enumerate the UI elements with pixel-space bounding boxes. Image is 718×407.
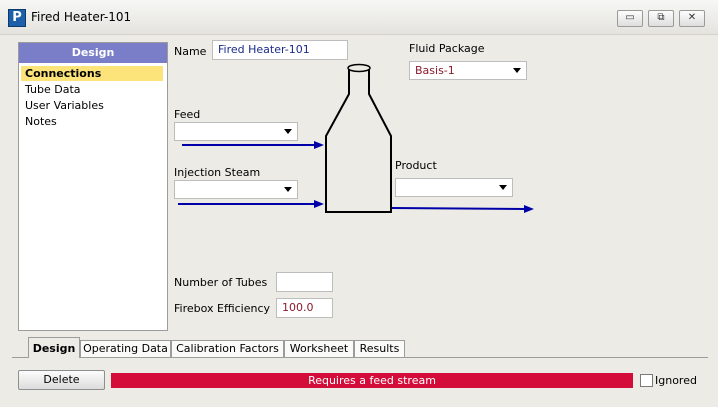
app-icon: P: [8, 9, 26, 27]
tab-design[interactable]: Design: [28, 337, 80, 358]
restore-button[interactable]: ⧉: [648, 10, 674, 27]
tab-operating-data[interactable]: Operating Data: [80, 340, 171, 357]
ignored-checkbox[interactable]: [640, 374, 653, 387]
firebox-eff-input[interactable]: 100.0: [276, 298, 333, 318]
tab-worksheet[interactable]: Worksheet: [284, 340, 354, 357]
restore-icon: ⧉: [657, 12, 665, 23]
name-input[interactable]: Fired Heater-101: [212, 40, 348, 60]
ignored-label: Ignored: [655, 374, 697, 387]
minimize-icon: ▭: [625, 12, 635, 23]
tab-divider: [12, 357, 708, 358]
feed-stream-arrow: [182, 141, 324, 149]
close-button[interactable]: ✕: [679, 10, 705, 27]
close-icon: ✕: [687, 12, 697, 23]
tab-results[interactable]: Results: [354, 340, 405, 357]
status-bar: Requires a feed stream: [111, 373, 633, 388]
nav-item-connections[interactable]: Connections: [21, 66, 163, 81]
num-tubes-input[interactable]: [276, 272, 333, 292]
nav-item-user-variables[interactable]: User Variables: [21, 98, 163, 113]
product-stream-arrow: [391, 205, 534, 213]
delete-button[interactable]: Delete: [18, 370, 105, 390]
nav-item-notes[interactable]: Notes: [21, 114, 163, 129]
num-tubes-label: Number of Tubes: [174, 276, 268, 289]
fluid-package-label: Fluid Package: [409, 42, 485, 55]
nav-header: Design: [19, 43, 167, 63]
heater-diagram: [178, 63, 534, 213]
tab-calibration-factors[interactable]: Calibration Factors: [171, 340, 284, 357]
firebox-eff-label: Firebox Efficiency: [174, 302, 270, 315]
name-label: Name: [174, 45, 207, 58]
fired-heater-icon: [325, 63, 392, 213]
minimize-button[interactable]: ▭: [617, 10, 643, 27]
nav-item-tube-data[interactable]: Tube Data: [21, 82, 163, 97]
steam-stream-arrow: [178, 200, 324, 208]
window-title: Fired Heater-101: [31, 10, 132, 24]
design-nav-panel: Design Connections Tube Data User Variab…: [18, 42, 168, 331]
